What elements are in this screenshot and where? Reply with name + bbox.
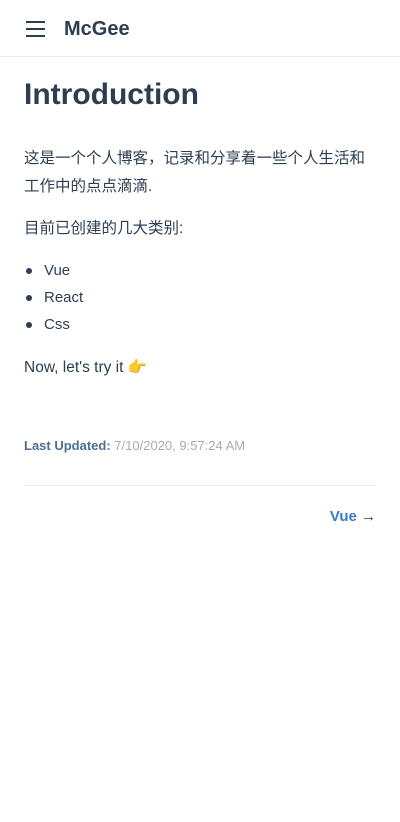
categories-heading: 目前已创建的几大类别: [24, 220, 184, 237]
category-label: Css [44, 316, 70, 333]
right-arrow-icon: → [361, 508, 376, 525]
last-updated-time: 7/10/2020, 9:57:24 AM [114, 438, 246, 453]
intro-paragraph: 这是一个个人博客，记录和分享着一些个人生活和工作中的点点滴滴. [24, 150, 366, 195]
list-item: Vue [24, 257, 83, 284]
hamburger-menu-icon[interactable] [26, 19, 46, 39]
next-page-link[interactable]: Vue → [330, 507, 376, 527]
call-to-action: Now, let's try it 👉 [24, 359, 148, 376]
next-page-label: Vue [329, 508, 357, 525]
list-item: React [24, 284, 83, 311]
list-item: Css [24, 311, 83, 338]
last-updated-label: Last Updated: [24, 438, 111, 453]
site-name-link[interactable]: McGee [64, 16, 130, 42]
divider [24, 485, 376, 486]
navbar: McGee [0, 0, 400, 57]
bullet-icon [26, 295, 32, 301]
bullet-icon [26, 268, 32, 274]
category-label: React [44, 289, 84, 306]
bullet-icon [26, 322, 32, 328]
category-list: Vue React Css [24, 257, 83, 338]
category-label: Vue [44, 262, 71, 279]
last-updated: Last Updated: 7/10/2020, 9:57:24 AM [24, 436, 245, 456]
page-title: Introduction [24, 78, 199, 111]
